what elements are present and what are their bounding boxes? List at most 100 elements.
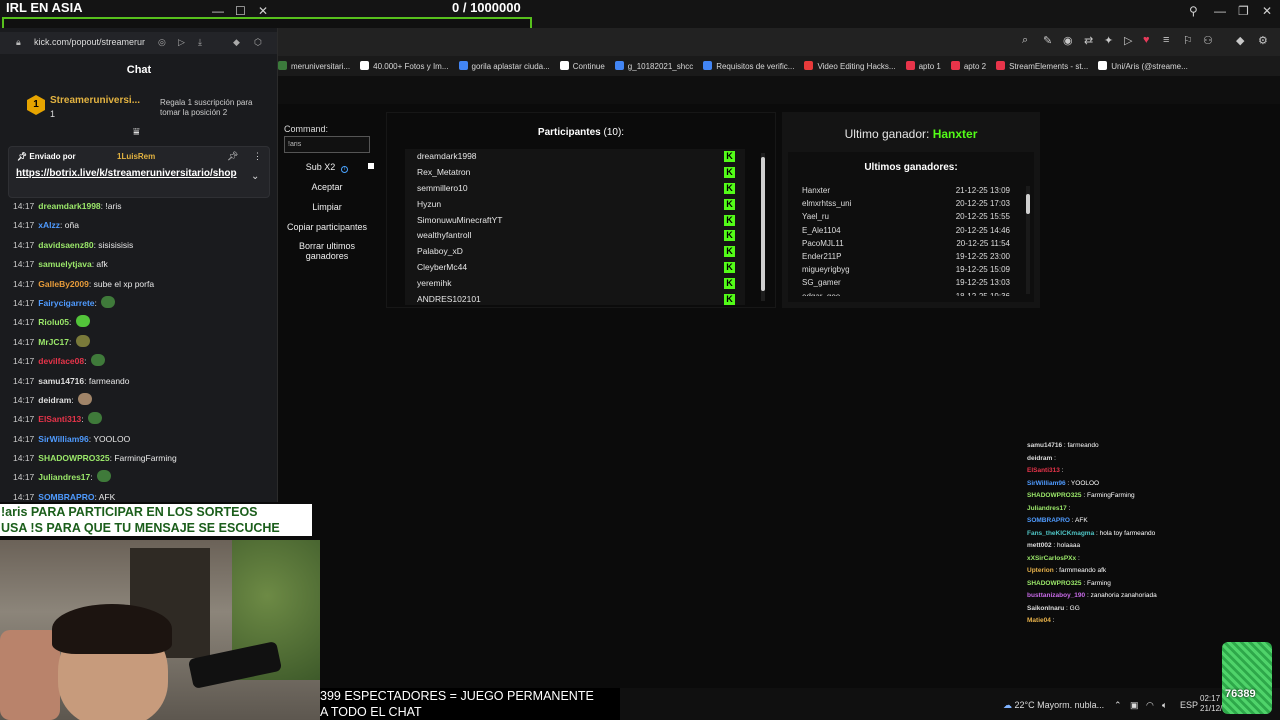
- download-icon[interactable]: ⤓: [198, 37, 202, 48]
- edit-icon[interactable]: ✎: [1043, 34, 1052, 47]
- bookmark-item[interactable]: gorila aplastar ciuda...: [458, 57, 550, 76]
- window-minimize-icon[interactable]: —: [1214, 4, 1226, 18]
- bookmark-item[interactable]: StreamElements - st...: [996, 57, 1088, 76]
- participant-row[interactable]: SimonuwuMinecraftYT K: [405, 213, 745, 229]
- translate-icon[interactable]: ⇄: [1084, 34, 1093, 47]
- last-winner-heading: Ultimo ganador: Hanxter: [844, 127, 978, 141]
- bookmark-item[interactable]: meruniversitari...: [278, 57, 350, 76]
- system-clock[interactable]: 02:17 21/12/: [1200, 694, 1222, 714]
- top-gifter-name[interactable]: Streameruniversi...: [50, 95, 140, 106]
- message-username[interactable]: deidram: [38, 395, 71, 405]
- minimize-icon[interactable]: —: [212, 4, 224, 18]
- camera-icon[interactable]: ◉: [1063, 34, 1073, 47]
- participant-row[interactable]: yeremihk K: [405, 276, 745, 292]
- message-time: 14:17: [13, 220, 35, 231]
- message-username[interactable]: Juliandres17: [38, 472, 90, 482]
- message-username[interactable]: Riolu05: [38, 317, 69, 327]
- menu-icon[interactable]: ≡: [1163, 34, 1169, 46]
- gift-prompt[interactable]: Regala 1 suscripción para tomar la posic…: [160, 98, 270, 118]
- tray-chevron-icon[interactable]: ⌃: [1114, 700, 1122, 711]
- account-icon[interactable]: ⚇: [1203, 34, 1213, 47]
- participant-row[interactable]: semmillero10 K: [405, 181, 745, 197]
- message-text: afk: [96, 259, 108, 270]
- sub-x2-checkbox[interactable]: [368, 163, 374, 169]
- bookmark-item[interactable]: g_10182021_shcc: [614, 57, 693, 76]
- cube-icon[interactable]: ⬡: [254, 37, 262, 48]
- window-close-icon[interactable]: ✕: [1262, 4, 1272, 18]
- heart-icon[interactable]: ♥: [1143, 34, 1150, 46]
- participants-list[interactable]: dreamdark1998 K Rex_Metatron Ksemmillero10 K…: [405, 149, 745, 305]
- participant-row[interactable]: Rex_Metatron K: [405, 165, 745, 181]
- close-icon[interactable]: ✕: [258, 4, 268, 18]
- bookmark-item[interactable]: apto 1: [905, 57, 941, 76]
- message-username[interactable]: samuelytjava: [38, 259, 91, 269]
- bookmark-label: meruniversitari...: [291, 62, 351, 71]
- pin-icon[interactable]: 📌︎: [227, 151, 238, 162]
- window-restore-icon[interactable]: ❐: [1238, 4, 1249, 18]
- winners-scrollbar[interactable]: [1026, 186, 1030, 294]
- tray-app-icon[interactable]: ▣: [1130, 700, 1139, 711]
- message-username[interactable]: devilface08: [38, 356, 84, 366]
- last-winners-list[interactable]: Hanxter 21-12-25 13:09 elmxrhtss_uni 20-12-…: [802, 184, 1024, 296]
- chevron-down-icon[interactable]: ⌄: [251, 171, 259, 182]
- settings-icon[interactable]: ⚙: [1258, 34, 1268, 47]
- pinned-link[interactable]: https://botrix.live/k/streameruniversita…: [16, 168, 237, 179]
- more-options-icon[interactable]: ⋮: [253, 151, 262, 162]
- participant-row[interactable]: CleyberMc44 K: [405, 260, 745, 276]
- accept-button[interactable]: Aceptar: [284, 177, 370, 197]
- message-username[interactable]: SOMBRAPRO: [38, 492, 94, 502]
- message-username[interactable]: xAlzz: [38, 220, 60, 230]
- message-username[interactable]: samu14716: [38, 376, 84, 386]
- participant-row[interactable]: dreamdark1998 K: [405, 149, 745, 165]
- clear-button[interactable]: Limpiar: [284, 197, 370, 217]
- chat-address-bar[interactable]: 🔒︎ kick.com/popout/streamerur ◎ ▷ ⤓ ◆ ⬡: [0, 32, 277, 54]
- delete-winners-button[interactable]: Borrar ultimos ganadores: [284, 241, 370, 261]
- overlay-chat-message: samu14716 : farmeando: [1024, 440, 1280, 453]
- bookmark-item[interactable]: apto 2: [950, 57, 986, 76]
- bookmark-item[interactable]: Continue: [559, 57, 605, 76]
- shield-icon[interactable]: ◆: [1236, 34, 1244, 47]
- participants-scrollbar[interactable]: [761, 153, 765, 301]
- bell-icon[interactable]: ⚐: [1183, 34, 1193, 47]
- brave-icon[interactable]: ◆: [233, 37, 240, 48]
- message-separator: :: [84, 356, 89, 367]
- winners-scroll-thumb[interactable]: [1026, 194, 1030, 214]
- command-input[interactable]: [284, 136, 370, 153]
- bookmark-item[interactable]: Requisitos de verific...: [703, 57, 794, 76]
- message-username[interactable]: GalleBy2009: [38, 279, 89, 289]
- play-icon[interactable]: ▷: [1124, 34, 1132, 47]
- message-username[interactable]: dreamdark1998: [38, 201, 100, 211]
- shield-small-icon[interactable]: ◎: [158, 37, 166, 48]
- volume-icon[interactable]: 🔈︎: [1162, 700, 1167, 711]
- collapse-icon[interactable]: ⩸: [133, 126, 140, 139]
- weather-widget[interactable]: ☁ 22°C Mayorm. nubla...: [1003, 700, 1104, 711]
- search-page-icon[interactable]: ⌕: [1022, 34, 1028, 47]
- participant-row[interactable]: wealthyfantroll K: [405, 228, 745, 244]
- emote-icon: [101, 295, 116, 308]
- copy-participants-button[interactable]: Copiar participantes: [284, 217, 370, 237]
- forward-icon[interactable]: ▷: [178, 37, 185, 48]
- participant-row[interactable]: ANDRES102101 K: [405, 292, 745, 305]
- bookmark-item[interactable]: 40.000+ Fotos y Im...: [360, 57, 449, 76]
- bookmark-item[interactable]: Video Editing Hacks...: [804, 57, 896, 76]
- goal-counter: 0 / 1000000: [452, 0, 521, 15]
- participant-row[interactable]: Hyzun K: [405, 197, 745, 213]
- bookmark-item[interactable]: Uni/Aris (@streame...: [1098, 57, 1188, 76]
- overlay-chat-message: xXSirCarlosPXx :: [1024, 553, 1280, 566]
- maximize-icon[interactable]: ☐: [235, 4, 246, 18]
- message-username[interactable]: MrJC17: [38, 337, 69, 347]
- participant-row[interactable]: Palaboy_xD K: [405, 244, 745, 260]
- extensions-icon[interactable]: ✦: [1104, 34, 1113, 47]
- message-username[interactable]: ElSanti313: [38, 414, 81, 424]
- message-username[interactable]: Fairycigarrete: [38, 298, 94, 308]
- participant-name: Rex_Metatron: [417, 166, 471, 177]
- pinned-user[interactable]: 1LuisRem: [117, 152, 155, 161]
- message-username[interactable]: SHADOWPRO325: [38, 453, 109, 463]
- wifi-icon[interactable]: ◠: [1146, 700, 1154, 711]
- message-username[interactable]: SirWilliam96: [38, 434, 88, 444]
- sub-x2-toggle[interactable]: Sub X2 i: [284, 160, 370, 174]
- search-icon[interactable]: ⚲: [1189, 4, 1198, 18]
- participants-scroll-thumb[interactable]: [761, 157, 765, 291]
- language-indicator[interactable]: ESP: [1180, 700, 1198, 710]
- message-username[interactable]: davidsaenz80: [38, 240, 93, 250]
